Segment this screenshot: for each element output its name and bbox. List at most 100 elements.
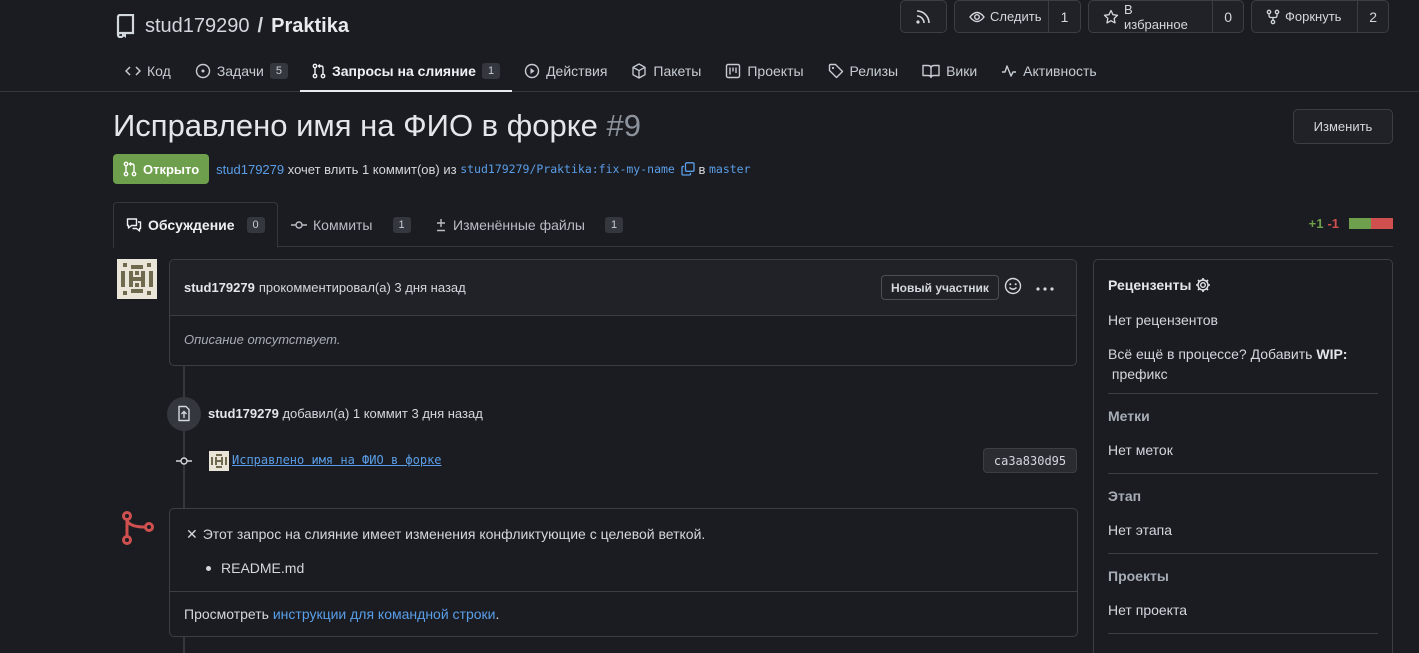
- milestone-heading[interactable]: Этап: [1108, 488, 1141, 504]
- status-badge: Открыто: [113, 154, 210, 184]
- head-branch-link[interactable]: stud179279/Praktika:fix-my-name: [460, 162, 675, 176]
- comment-box: stud179279 прокомментировал(а) 3 дня наз…: [169, 259, 1077, 366]
- foot-suffix: .: [495, 606, 500, 622]
- diff-bar: [1349, 218, 1393, 229]
- projects-title: Проекты: [1108, 568, 1169, 584]
- tab-packages[interactable]: Пакеты: [619, 52, 713, 90]
- conflict-file: README.md: [221, 560, 305, 576]
- star-button[interactable]: В избранное: [1089, 1, 1212, 32]
- tab-actions[interactable]: Действия: [512, 52, 619, 90]
- tab-label: Обсуждение: [148, 217, 235, 233]
- star-group: В избранное 0: [1088, 0, 1244, 33]
- status-label: Открыто: [143, 161, 200, 177]
- reviewers-heading[interactable]: Рецензенты: [1108, 277, 1211, 293]
- tab-label: Пакеты: [653, 63, 702, 79]
- tab-commits[interactable]: Коммиты 1: [291, 202, 411, 247]
- rss-button[interactable]: [900, 0, 947, 33]
- list-item: README.md: [206, 560, 304, 576]
- commit-sha-button[interactable]: ca3a830d95: [983, 448, 1077, 473]
- tab-code[interactable]: Код: [115, 52, 183, 90]
- projects-heading[interactable]: Проекты: [1108, 568, 1169, 584]
- commit-message-link[interactable]: Исправлено имя на ФИО в форке: [232, 453, 442, 467]
- foot-prefix: Просмотреть: [184, 606, 273, 622]
- repo-tabs: Код Задачи 5 Запросы на слияние 1 Действ…: [115, 52, 1109, 92]
- watch-label: Следить: [990, 9, 1042, 24]
- play-icon: [524, 63, 540, 79]
- tag-icon: [828, 63, 844, 79]
- commit-icon: [291, 220, 307, 230]
- commit-icon: [176, 454, 192, 471]
- push-event-icon: [167, 397, 201, 431]
- tab-projects[interactable]: Проекты: [713, 52, 815, 90]
- tab-label: Релизы: [849, 63, 899, 79]
- sidebar: Рецензенты Нет рецензентов Всё ещё в про…: [1093, 259, 1393, 653]
- avatar[interactable]: [117, 259, 157, 299]
- commit-avatar[interactable]: [209, 451, 229, 471]
- tab-conversation[interactable]: Обсуждение 0: [113, 202, 278, 248]
- tab-count: 0: [246, 217, 265, 233]
- conflict-text: Этот запрос на слияние имеет изменения к…: [202, 526, 706, 542]
- edit-button[interactable]: Изменить: [1293, 109, 1393, 144]
- repo-owner-link[interactable]: stud179290: [145, 15, 250, 38]
- pr-summary-text: хочет влить 1 коммит(ов) из: [284, 161, 461, 177]
- tab-label: Проекты: [747, 63, 804, 79]
- tab-count: 1: [392, 216, 411, 233]
- labels-heading[interactable]: Метки: [1108, 408, 1150, 424]
- package-icon: [631, 63, 647, 79]
- eye-icon: [969, 9, 985, 25]
- commit-event-text: stud179279 добавил(а) 1 коммит 3 дня наз…: [208, 406, 483, 421]
- copy-icon[interactable]: [681, 162, 695, 176]
- tab-files-changed[interactable]: Изменённые файлы 1: [435, 202, 624, 247]
- labels-title: Метки: [1108, 408, 1150, 424]
- comments-icon: [126, 217, 142, 233]
- tab-pull-requests[interactable]: Запросы на слияние 1: [299, 52, 513, 92]
- rss-icon: [901, 1, 945, 32]
- wip-link[interactable]: WIP:: [1316, 346, 1347, 362]
- pr-into-text: в: [694, 161, 709, 177]
- pr-author-link[interactable]: stud179279: [216, 162, 284, 177]
- cli-instructions-link[interactable]: инструкции для командной строки: [273, 606, 496, 622]
- tab-wiki[interactable]: Вики: [910, 52, 989, 90]
- fork-button[interactable]: Форкнуть: [1252, 1, 1357, 32]
- smiley-icon[interactable]: [1004, 277, 1022, 298]
- pr-title: Исправлено имя на ФИО в форке #9: [113, 108, 641, 144]
- comment-body: Описание отсутствует.: [184, 332, 341, 347]
- divider: [1108, 473, 1378, 474]
- watch-count[interactable]: 1: [1048, 1, 1080, 32]
- watch-group: Следить 1: [954, 0, 1081, 33]
- divider: [1108, 633, 1378, 634]
- tab-count: 5: [269, 63, 288, 79]
- tab-activity[interactable]: Активность: [989, 52, 1109, 90]
- fork-count[interactable]: 2: [1357, 1, 1388, 32]
- event-action-text: добавил(а) 1 коммит 3 дня назад: [278, 406, 483, 421]
- issue-icon: [195, 63, 211, 79]
- labels-value: Нет меток: [1108, 442, 1173, 458]
- watch-button[interactable]: Следить: [955, 1, 1048, 32]
- kebab-icon[interactable]: [1036, 276, 1054, 297]
- wip-prefix: Всё ещё в процессе? Добавить: [1108, 346, 1317, 362]
- tab-issues[interactable]: Задачи 5: [183, 52, 300, 90]
- pr-number: #9: [606, 108, 642, 143]
- wip-hint: Всё ещё в процессе? Добавить WIP: префик…: [1108, 344, 1368, 384]
- repo-name-link[interactable]: Praktika: [271, 15, 349, 38]
- star-count[interactable]: 0: [1212, 1, 1243, 32]
- tab-releases[interactable]: Релизы: [816, 52, 911, 90]
- fork-group: Форкнуть 2: [1251, 0, 1389, 33]
- pull-request-icon: [312, 63, 326, 79]
- repo-header: stud179290 / Praktika Следить 1 В избран…: [0, 0, 1419, 92]
- plus-minus-icon: [435, 218, 447, 232]
- diff-bar-del: [1371, 218, 1393, 229]
- pulse-icon: [1001, 63, 1017, 79]
- event-author-link[interactable]: stud179279: [208, 406, 279, 421]
- fork-label: Форкнуть: [1285, 9, 1342, 24]
- tab-count: 1: [481, 63, 501, 79]
- tab-label: Активность: [1023, 63, 1097, 79]
- divider: [1108, 553, 1378, 554]
- merge-box: ✕ Этот запрос на слияние имеет изменения…: [169, 508, 1078, 637]
- repo-separator: /: [257, 14, 264, 37]
- base-branch-link[interactable]: master: [709, 162, 751, 176]
- gear-icon[interactable]: [1195, 277, 1211, 293]
- wip-suffix: префикс: [1108, 366, 1168, 382]
- tab-count: 1: [604, 216, 624, 233]
- comment-author-link[interactable]: stud179279: [184, 280, 255, 295]
